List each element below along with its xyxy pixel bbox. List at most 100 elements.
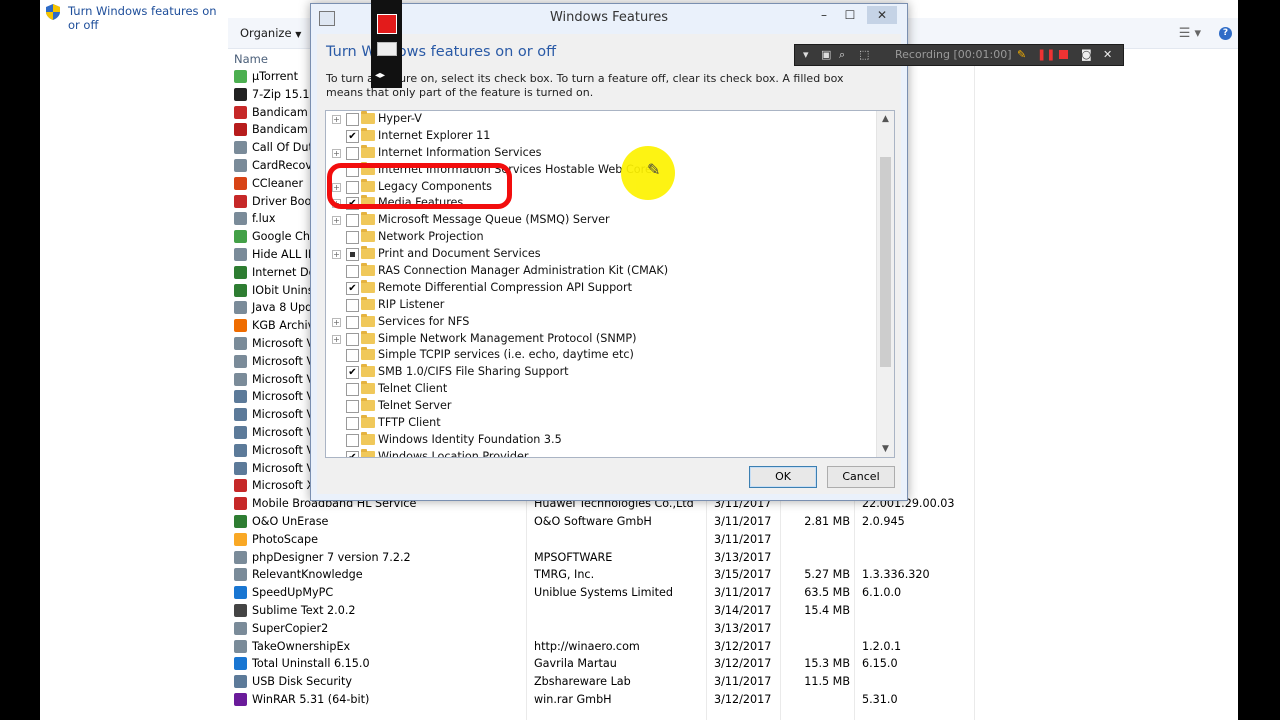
feature-item[interactable]: ✔ Windows Location Provider	[326, 448, 876, 457]
stop-icon[interactable]	[1059, 50, 1068, 59]
feature-checkbox[interactable]	[346, 400, 359, 414]
dropdown-icon[interactable]: ▾	[803, 48, 815, 61]
feature-checkbox[interactable]	[346, 315, 359, 329]
move-arrows-icon[interactable]: ◂▸	[375, 70, 385, 81]
program-version: 2.0.945	[862, 514, 905, 528]
program-row[interactable]: Sublime Text 2.0.2 3/14/2017 15.4 MB	[228, 602, 1238, 620]
feature-item[interactable]: RAS Connection Manager Administration Ki…	[326, 263, 876, 280]
feature-item[interactable]: + Internet Information Services	[326, 144, 876, 162]
program-row[interactable]: SuperCopier2 3/13/2017	[228, 620, 1238, 638]
feature-item[interactable]: ✔ Internet Explorer 11	[326, 127, 876, 145]
features-scrollbar[interactable]: ▲ ▼	[876, 111, 894, 457]
feature-checkbox[interactable]	[346, 146, 359, 160]
feature-item[interactable]: + Simple Network Management Protocol (SNM…	[326, 330, 876, 348]
ok-button[interactable]: OK	[749, 466, 817, 488]
program-size: 15.4 MB	[804, 603, 850, 617]
program-row[interactable]: phpDesigner 7 version 7.2.2 MPSOFTWARE 3/1…	[228, 549, 1238, 567]
program-row[interactable]: WinRAR 5.31 (64-bit) win.rar GmbH 3/12/201…	[228, 691, 1238, 709]
feature-checkbox[interactable]: ✔	[346, 450, 359, 457]
expand-icon[interactable]: +	[332, 250, 341, 260]
program-row[interactable]: RelevantKnowledge TMRG, Inc. 3/15/2017 5.27…	[228, 566, 1238, 584]
program-icon	[234, 230, 247, 244]
program-row[interactable]: USB Disk Security Zbshareware Lab 3/11/201…	[228, 673, 1238, 691]
feature-checkbox[interactable]: ✔	[346, 281, 359, 295]
program-version: 1.3.336.320	[862, 568, 930, 582]
scroll-down-icon[interactable]: ▼	[877, 441, 894, 457]
feature-checkbox[interactable]	[346, 248, 359, 262]
program-icon	[234, 479, 247, 493]
program-icon	[234, 550, 247, 564]
program-row[interactable]: PhotoScape 3/11/2017	[228, 531, 1238, 549]
scroll-up-icon[interactable]: ▲	[877, 111, 894, 127]
feature-checkbox[interactable]: ✔	[346, 366, 359, 380]
feature-checkbox[interactable]	[346, 298, 359, 312]
program-icon	[234, 657, 247, 671]
feature-item[interactable]: + Microsoft Message Queue (MSMQ) Server	[326, 212, 876, 229]
program-icon	[234, 301, 247, 315]
recorder-side-bar[interactable]: ◂▸	[371, 0, 402, 88]
organize-button[interactable]: Organize ▼	[240, 26, 301, 40]
folder-icon	[361, 229, 375, 243]
program-name: Microsoft V	[252, 408, 315, 422]
feature-item[interactable]: Windows Identity Foundation 3.5	[326, 431, 876, 449]
feature-item[interactable]: ✔ SMB 1.0/CIFS File Sharing Support	[326, 364, 876, 381]
window-icon[interactable]: ▣	[821, 48, 833, 61]
feature-item[interactable]: Simple TCPIP services (i.e. echo, daytim…	[326, 347, 876, 364]
feature-item[interactable]: Telnet Client	[326, 381, 876, 398]
feature-item[interactable]: + Services for NFS	[326, 313, 876, 331]
help-icon[interactable]: ?	[1219, 27, 1232, 40]
record-icon[interactable]	[377, 14, 397, 34]
view-options-icon[interactable]: ☰ ▾	[1179, 26, 1201, 41]
magnifier-icon[interactable]: ⌕	[839, 48, 851, 61]
cancel-button[interactable]: Cancel	[827, 466, 895, 488]
program-name: Total Uninstall 6.15.0	[252, 657, 370, 671]
feature-item[interactable]: RIP Listener	[326, 296, 876, 314]
feature-checkbox[interactable]	[346, 332, 359, 346]
feature-checkbox[interactable]	[346, 417, 359, 431]
program-row[interactable]: TakeOwnershipEx http://winaero.com 3/12/20…	[228, 638, 1238, 656]
feature-item[interactable]: + Hyper-V	[326, 111, 876, 128]
program-row[interactable]: Total Uninstall 6.15.0 Gavrila Martau 3/12…	[228, 655, 1238, 673]
feature-label: Telnet Server	[378, 399, 452, 413]
expand-icon[interactable]: +	[332, 148, 341, 158]
minimize-icon[interactable]: –	[811, 6, 837, 24]
program-name: f.lux	[252, 212, 276, 226]
camera-icon[interactable]: ◙	[1081, 48, 1093, 61]
close-icon[interactable]: ✕	[867, 6, 897, 24]
feature-item[interactable]: + Print and Document Services	[326, 246, 876, 263]
feature-item[interactable]: TFTP Client	[326, 415, 876, 432]
turn-windows-features-link[interactable]: Turn Windows features on or off	[46, 4, 218, 32]
maximize-icon[interactable]: ☐	[837, 6, 863, 24]
column-header-name[interactable]: Name	[234, 52, 268, 66]
close-icon[interactable]: ✕	[1103, 48, 1115, 61]
pencil-icon[interactable]: ✎	[1017, 48, 1029, 61]
expand-icon[interactable]: +	[332, 334, 341, 344]
feature-item[interactable]: Network Projection	[326, 229, 876, 246]
program-icon	[234, 87, 247, 101]
feature-checkbox[interactable]	[346, 383, 359, 397]
program-icon	[234, 105, 247, 119]
program-name: Bandicam	[252, 105, 308, 119]
program-installed-date: 3/13/2017	[714, 550, 772, 564]
program-row[interactable]: SpeedUpMyPC Uniblue Systems Limited 3/11/2…	[228, 584, 1238, 602]
feature-checkbox[interactable]	[346, 113, 359, 126]
rectangle-icon[interactable]	[377, 42, 397, 56]
scrollbar-thumb[interactable]	[880, 157, 891, 367]
expand-icon[interactable]: +	[332, 216, 341, 226]
feature-checkbox[interactable]	[346, 265, 359, 279]
program-name: Microsoft V	[252, 336, 315, 350]
feature-checkbox[interactable]: ✔	[346, 129, 359, 143]
region-icon[interactable]: ⬚	[859, 48, 871, 61]
pause-icon[interactable]: ❚❚	[1037, 48, 1055, 61]
feature-checkbox[interactable]	[346, 349, 359, 363]
feature-checkbox[interactable]	[346, 231, 359, 245]
feature-item[interactable]: ✔ Remote Differential Compression API Sup…	[326, 279, 876, 297]
expand-icon[interactable]: +	[332, 115, 341, 124]
program-name: Microsoft V	[252, 372, 315, 386]
feature-checkbox[interactable]	[346, 214, 359, 228]
feature-checkbox[interactable]	[346, 433, 359, 447]
folder-icon	[361, 313, 375, 327]
feature-item[interactable]: Telnet Server	[326, 398, 876, 415]
expand-icon[interactable]: +	[332, 317, 341, 327]
program-row[interactable]: O&O UnErase O&O Software GmbH 3/11/2017 2.8…	[228, 513, 1238, 531]
